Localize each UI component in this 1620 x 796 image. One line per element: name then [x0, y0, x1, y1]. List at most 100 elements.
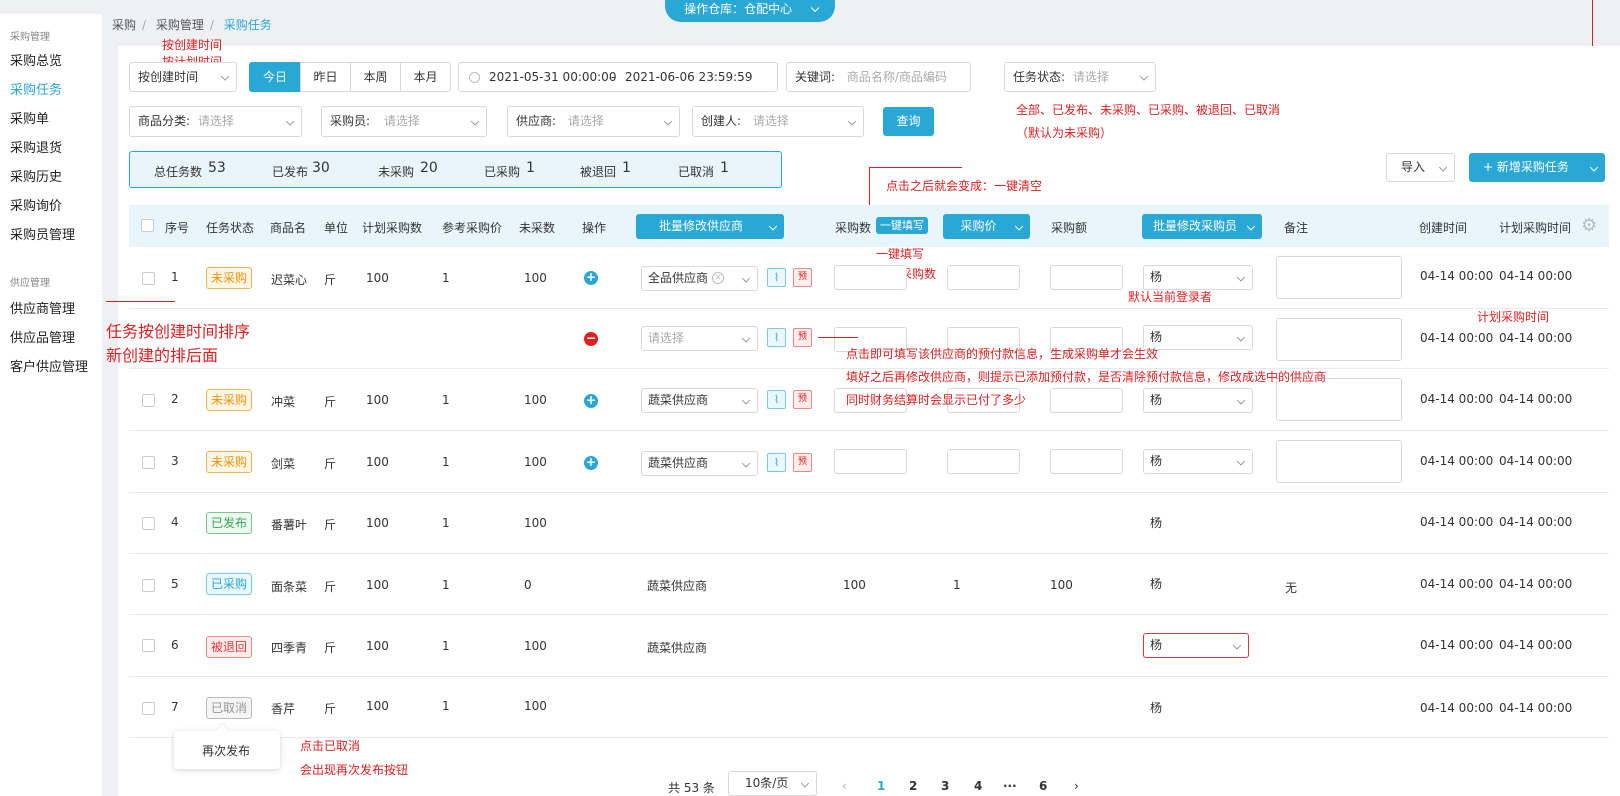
row-planned: 04-14 00:00 — [1499, 701, 1573, 715]
prev-page-icon[interactable]: ‹ — [842, 779, 847, 793]
sidebar-item-inquiry[interactable]: 采购询价 — [0, 192, 102, 221]
add-supplier-icon[interactable]: + — [584, 456, 598, 470]
total-count: 共 53 条 — [668, 781, 715, 795]
keyword-field[interactable]: 关键词: 商品名称/商品编码 — [786, 62, 971, 92]
qty-input[interactable] — [834, 265, 907, 290]
chart-icon[interactable]: ⌇ — [767, 390, 786, 409]
sidebar-item-customer-supply[interactable]: 客户供应管理 — [0, 353, 102, 382]
chart-icon[interactable]: ⌇ — [767, 328, 786, 347]
page-6[interactable]: 6 — [1039, 779, 1047, 793]
amount-input[interactable] — [1050, 265, 1123, 290]
page-size-select[interactable]: 10条/页 — [728, 771, 817, 796]
range-yesterday-button[interactable]: 昨日 — [300, 62, 351, 92]
col-planned: 计划采购时间 — [1499, 221, 1572, 235]
creator-select[interactable]: 创建人: 请选择 — [692, 106, 864, 137]
remark-textarea[interactable] — [1276, 440, 1402, 483]
sidebar-item-history[interactable]: 采购历史 — [0, 163, 102, 192]
col-op: 操作 — [582, 221, 607, 235]
row-checkbox[interactable] — [142, 394, 155, 407]
buyer-select[interactable]: 杨 — [1143, 325, 1253, 350]
remark-textarea[interactable] — [1276, 256, 1402, 299]
sidebar-item-orders[interactable]: 采购单 — [0, 105, 102, 134]
row-checkbox[interactable] — [142, 272, 155, 285]
status-badge[interactable]: 已取消 — [206, 697, 253, 719]
breadcrumb-item[interactable]: 采购管理 — [156, 18, 204, 32]
add-supplier-icon[interactable]: + — [584, 271, 598, 285]
add-task-button[interactable]: + 新增采购任务 — [1469, 153, 1605, 182]
buyer-select[interactable]: 杨 — [1143, 633, 1249, 658]
range-month-button[interactable]: 本月 — [400, 62, 451, 92]
price-input[interactable] — [947, 449, 1020, 474]
chevron-down-icon — [741, 273, 751, 283]
warehouse-switcher[interactable]: 操作仓库：仓配中心 — [665, 0, 835, 22]
row-checkbox[interactable] — [142, 579, 155, 592]
row-checkbox[interactable] — [142, 639, 155, 652]
remark-textarea[interactable] — [1276, 318, 1402, 361]
sidebar-item-buyers[interactable]: 采购员管理 — [0, 221, 102, 250]
date-range-picker[interactable]: 2021-05-31 00:00:00 - 2021-06-06 23:59:5… — [458, 62, 778, 92]
select-all-checkbox[interactable] — [141, 219, 154, 232]
sidebar-item-suppliers[interactable]: 供应商管理 — [0, 295, 102, 324]
buyer-select[interactable]: 杨 — [1143, 449, 1253, 474]
prepay-icon[interactable]: 预 — [793, 453, 812, 472]
qty-input[interactable] — [834, 449, 907, 474]
annotation: 按创建时间 — [162, 38, 223, 52]
batch-supplier-button[interactable]: 批量修改供应商 — [636, 214, 784, 239]
next-page-icon[interactable]: › — [1074, 779, 1079, 793]
sidebar-item-supply-goods[interactable]: 供应品管理 — [0, 324, 102, 353]
buyer-select[interactable]: 杨 — [1143, 265, 1253, 290]
gear-icon[interactable]: ⚙ — [1581, 217, 1597, 235]
row-checkbox[interactable] — [142, 702, 155, 715]
chart-icon[interactable]: ⌇ — [767, 268, 786, 287]
batch-price-button[interactable]: 采购价 — [943, 214, 1030, 239]
page-1[interactable]: 1 — [877, 779, 885, 793]
breadcrumb-item[interactable]: 采购 — [112, 18, 136, 32]
fill-all-button[interactable]: 一键填写 — [876, 217, 928, 234]
category-select[interactable]: 商品分类: 请选择 — [129, 106, 302, 137]
time-type-select[interactable]: 按创建时间 — [129, 62, 237, 92]
buyer-value: 杨 — [1150, 330, 1163, 344]
supplier-select[interactable]: 全品供应商 × — [641, 266, 758, 291]
col-created: 创建时间 — [1419, 221, 1468, 235]
add-supplier-icon[interactable]: + — [584, 394, 598, 408]
range-today-button[interactable]: 今日 — [249, 62, 301, 92]
sidebar-item-returns[interactable]: 采购退货 — [0, 134, 102, 163]
page-2[interactable]: 2 — [909, 779, 917, 793]
chart-icon[interactable]: ⌇ — [767, 453, 786, 472]
batch-buyer-button[interactable]: 批量修改采购员 — [1142, 214, 1262, 239]
query-button[interactable]: 查询 — [883, 107, 934, 136]
clear-icon[interactable]: × — [712, 272, 724, 284]
row-created: 04-14 00:00 — [1420, 577, 1494, 591]
supplier-select[interactable]: 请选择 — [641, 326, 758, 351]
import-button[interactable]: 导入 — [1386, 153, 1455, 182]
page-4[interactable]: 4 — [974, 779, 982, 793]
range-week-button[interactable]: 本周 — [350, 62, 401, 92]
amount-input[interactable] — [1050, 388, 1123, 413]
row-unbought: 100 — [524, 699, 547, 713]
task-status-select[interactable]: 任务状态: 请选择 — [1004, 62, 1156, 92]
remove-supplier-icon[interactable]: − — [584, 332, 598, 346]
sidebar-item-overview[interactable]: 采购总览 — [0, 47, 102, 76]
price-input[interactable] — [947, 265, 1020, 290]
supplier-select[interactable]: 供应商: 请选择 — [507, 106, 680, 137]
row-index: 1 — [171, 270, 179, 284]
summary-label: 被退回 — [580, 165, 617, 179]
amount-input[interactable] — [1050, 449, 1123, 474]
prepay-icon[interactable]: 预 — [793, 328, 812, 347]
warehouse-label: 操作仓库：仓配中心 — [684, 2, 793, 16]
summary-label: 已发布 — [272, 165, 309, 179]
buyer-select[interactable]: 杨 — [1143, 388, 1253, 413]
buyer-select[interactable]: 采购员: 请选择 — [321, 106, 487, 137]
supplier-select[interactable]: 蔬菜供应商 — [641, 451, 758, 476]
buyer-label: 采购员: — [330, 114, 371, 128]
row-checkbox[interactable] — [142, 456, 155, 469]
republish-button[interactable]: 再次发布 — [202, 742, 250, 759]
prepay-icon[interactable]: 预 — [793, 268, 812, 287]
sidebar-item-tasks[interactable]: 采购任务 — [0, 76, 102, 105]
page-ellipsis[interactable]: ··· — [1003, 779, 1017, 793]
page-3[interactable]: 3 — [941, 779, 949, 793]
prepay-icon[interactable]: 预 — [793, 390, 812, 409]
row-checkbox[interactable] — [142, 517, 155, 530]
supplier-select[interactable]: 蔬菜供应商 — [641, 388, 758, 413]
row-supplier: 蔬菜供应商 — [647, 641, 708, 655]
